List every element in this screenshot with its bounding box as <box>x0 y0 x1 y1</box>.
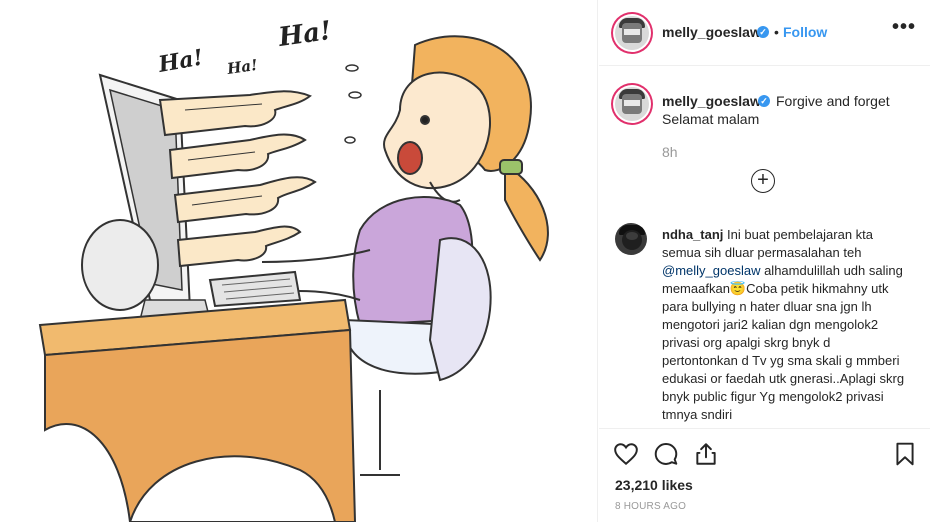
separator-dot: • <box>774 24 779 40</box>
verified-icon: ✓ <box>758 95 770 107</box>
heart-icon[interactable] <box>613 441 639 467</box>
caption-text-line2: Selamat malam <box>662 111 760 127</box>
bookmark-icon[interactable] <box>892 441 918 467</box>
author-avatar[interactable] <box>615 16 649 50</box>
comment-icon[interactable] <box>653 441 679 467</box>
more-icon[interactable]: ••• <box>892 16 916 39</box>
post-header: melly_goeslaw ✓ • Follow ••• <box>599 0 930 66</box>
follow-button[interactable]: Follow <box>783 24 827 40</box>
comment-mention[interactable]: @melly_goeslaw <box>662 263 760 278</box>
author-username[interactable]: melly_goeslaw <box>662 24 761 40</box>
likes-count[interactable]: 23,210 likes <box>615 477 693 493</box>
verified-icon: ✓ <box>757 26 769 38</box>
caption-username[interactable]: melly_goeslaw <box>662 93 761 109</box>
commenter-avatar[interactable] <box>615 223 647 255</box>
comment-text-b: alhamdulillah udh saling memaafkan😇Coba … <box>662 263 905 422</box>
comments-section[interactable]: melly_goeslaw ✓ Forgive and forget Selam… <box>599 67 930 427</box>
share-icon[interactable] <box>693 441 719 467</box>
add-circle-icon[interactable]: + <box>751 169 775 193</box>
caption-text-line1: Forgive and forget <box>776 93 890 109</box>
ha-label: Ha! <box>276 16 333 53</box>
sweat-drops <box>344 64 362 144</box>
post-timestamp[interactable]: 8 HOURS AGO <box>615 501 686 512</box>
caption-time[interactable]: 8h <box>662 144 678 160</box>
action-bar: 23,210 likes 8 HOURS AGO <box>599 428 930 522</box>
post-image[interactable]: Ha! Ha! Ha! <box>0 0 598 522</box>
cyberbullying-illustration: Ha! Ha! Ha! <box>38 16 549 522</box>
desk <box>38 298 357 522</box>
comment-body: ndha_tanj Ini buat pembelajaran kta semu… <box>662 226 908 424</box>
ha-label: Ha! <box>225 56 259 78</box>
post-panel: melly_goeslaw ✓ • Follow ••• melly_goesl… <box>599 0 930 522</box>
commenter-username[interactable]: ndha_tanj <box>662 227 723 242</box>
ha-label: Ha! <box>156 45 206 79</box>
keyboard <box>208 270 302 308</box>
caption-avatar[interactable] <box>615 87 649 121</box>
